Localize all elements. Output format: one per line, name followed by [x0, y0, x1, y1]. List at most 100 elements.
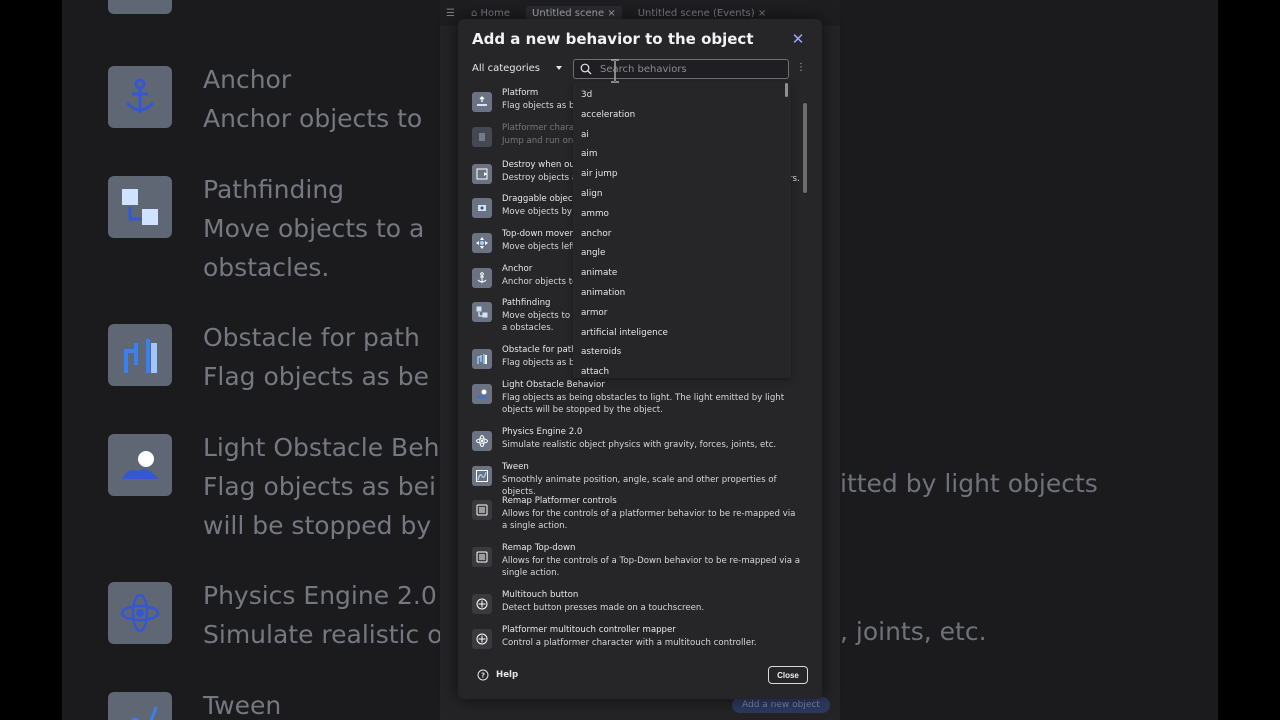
anchor-icon	[472, 268, 492, 288]
background-behavior-text: Anchor Anchor objects to	[203, 60, 422, 138]
tween-icon	[472, 466, 492, 486]
background-behavior-icon	[108, 176, 172, 238]
add-behavior-dialog: Add a new behavior to the object ✕ All c…	[458, 19, 822, 699]
tag-suggestion-item[interactable]: air jump	[581, 169, 617, 179]
tag-suggestion-item[interactable]: attach	[581, 367, 609, 377]
behavior-description: Detect button presses made on a touchscr…	[502, 603, 705, 613]
background-behavior-icon	[108, 0, 172, 14]
behavior-name: Draggable object	[502, 194, 576, 204]
behavior-name: Remap Top-down	[502, 543, 576, 553]
menu-icon[interactable]: ☰	[446, 8, 455, 19]
background-behavior-icon	[108, 582, 172, 644]
dropdown-scrollbar[interactable]	[785, 83, 788, 97]
help-button[interactable]: ? Help	[477, 669, 518, 681]
background-right: itted by light objects , joints, etc.	[840, 0, 1218, 720]
draggable-icon	[472, 198, 492, 218]
background-behavior-text: Obstacle for path Flag objects as be	[203, 318, 429, 396]
background-behavior-icon	[108, 66, 172, 128]
behavior-name: Platform	[502, 88, 539, 98]
tag-suggestion-item[interactable]: aim	[581, 149, 597, 159]
category-select-value: All categories	[472, 62, 540, 74]
tag-suggestion-item[interactable]: ai	[581, 130, 589, 140]
background-left: Move objects left,AnchorAnchor objects t…	[62, 0, 440, 720]
help-label: Help	[496, 670, 519, 680]
tag-suggestion-item[interactable]: 3d	[581, 90, 592, 100]
add-object-button[interactable]: Add a new object	[732, 697, 830, 713]
chevron-down-icon	[556, 66, 562, 70]
background-text-line: Tween	[203, 691, 282, 720]
background-behavior-text: Light Obstacle Beh Flag objects as bei wil…	[203, 428, 439, 545]
behavior-name: Destroy when out	[502, 160, 579, 170]
home-icon: ⌂	[470, 7, 478, 19]
behavior-description: Allows for the controls of a platformer …	[502, 509, 796, 532]
list-scrollbar[interactable]	[803, 103, 807, 193]
behavior-description: Flag objects as being obstacles to light…	[502, 393, 785, 416]
behavior-name: Remap Platformer controls	[502, 496, 617, 506]
behavior-name: Physics Engine 2.0	[502, 427, 583, 437]
background-text-line: Light Obstacle Beh	[203, 433, 440, 462]
behavior-name: Light Obstacle Behavior	[502, 380, 605, 390]
help-icon: ?	[477, 669, 489, 681]
destroy-outside-icon	[472, 164, 492, 184]
background-behavior-icon	[108, 434, 172, 496]
background-text-line: Flag objects as bei	[203, 472, 436, 501]
background-text-line: obstacles.	[203, 253, 330, 282]
light-obstacle-icon	[472, 384, 492, 404]
background-behavior-icon	[108, 324, 172, 386]
background-behavior-icon	[108, 692, 172, 720]
tag-suggestion-item[interactable]: animate	[581, 268, 617, 278]
behavior-name: Pathfinding	[502, 298, 551, 308]
background-text-line: Simulate realistic o	[203, 620, 440, 649]
background-right-text-1: itted by light objects	[840, 469, 1098, 498]
tag-suggestion-item[interactable]: acceleration	[581, 110, 635, 120]
behavior-description: Move objects to a obstacles.	[502, 311, 571, 334]
tag-suggestion-dropdown: 3d acceleration ai aim air jump align ammo anch…	[573, 82, 791, 378]
behavior-name: Platformer chara	[502, 123, 575, 133]
tag-suggestion-item[interactable]: anchor	[581, 229, 611, 239]
more-options-icon[interactable]: ⋮	[796, 63, 806, 73]
behavior-name: Obstacle for path	[502, 345, 577, 355]
tag-suggestion-item[interactable]: ammo	[581, 209, 609, 219]
background-behavior-text: Physics Engine 2.0 Simulate realistic o	[203, 576, 440, 654]
svg-text:?: ?	[481, 672, 485, 680]
search-icon	[580, 63, 592, 75]
behavior-name: Anchor	[502, 264, 533, 274]
background-text-line: Obstacle for path	[203, 323, 420, 352]
behavior-description: Simulate realistic object physics with g…	[502, 440, 777, 450]
physics-icon	[472, 431, 492, 451]
background-behavior-text: Tween	[203, 686, 281, 720]
behavior-name: Multitouch button	[502, 590, 579, 600]
search-input[interactable]	[600, 63, 788, 75]
obstacle-icon	[472, 349, 492, 369]
background-text-line: Anchor objects to	[203, 104, 423, 133]
behavior-name: Platformer multitouch controller mapper	[502, 625, 676, 635]
tag-suggestion-item[interactable]: asteroids	[581, 347, 621, 357]
text-cursor-icon	[611, 59, 619, 83]
tag-suggestion-item[interactable]: armor	[581, 308, 607, 318]
platform-icon	[472, 92, 492, 112]
close-icon[interactable]: ✕	[791, 32, 805, 47]
background-text-line: Move objects to a	[203, 214, 425, 243]
screen: Move objects left,AnchorAnchor objects t…	[0, 0, 1280, 720]
tag-suggestion-item[interactable]: artificial inteligence	[581, 328, 668, 338]
background-text-line: will be stopped by	[203, 511, 432, 540]
close-button[interactable]: Close	[768, 666, 808, 684]
behavior-description: Allows for the controls of a Top-Down be…	[502, 556, 801, 579]
background-text-line: Flag objects as be	[203, 362, 430, 391]
background-text-line: Pathfinding	[203, 175, 345, 204]
pathfinding-icon	[472, 302, 492, 322]
background-behavior-text: Pathfinding Move objects to a obstacles.	[203, 170, 424, 287]
remap-topdown-icon	[472, 547, 492, 567]
category-select[interactable]: All categories	[472, 59, 564, 77]
tag-suggestion-item[interactable]: angle	[581, 248, 605, 258]
dialog-title: Add a new behavior to the object	[472, 30, 754, 48]
tag-suggestion-item[interactable]: align	[581, 189, 602, 199]
tag-suggestion-item[interactable]: animation	[581, 288, 625, 298]
platformer-character-icon	[472, 127, 492, 147]
background-text-line: Physics Engine 2.0	[203, 581, 437, 610]
search-box[interactable]	[573, 59, 789, 79]
behavior-description: Control a platformer character with a mu…	[502, 638, 757, 648]
top-down-icon	[472, 233, 492, 253]
background-text-line: Anchor	[203, 65, 292, 94]
remap-platformer-icon	[472, 500, 492, 520]
